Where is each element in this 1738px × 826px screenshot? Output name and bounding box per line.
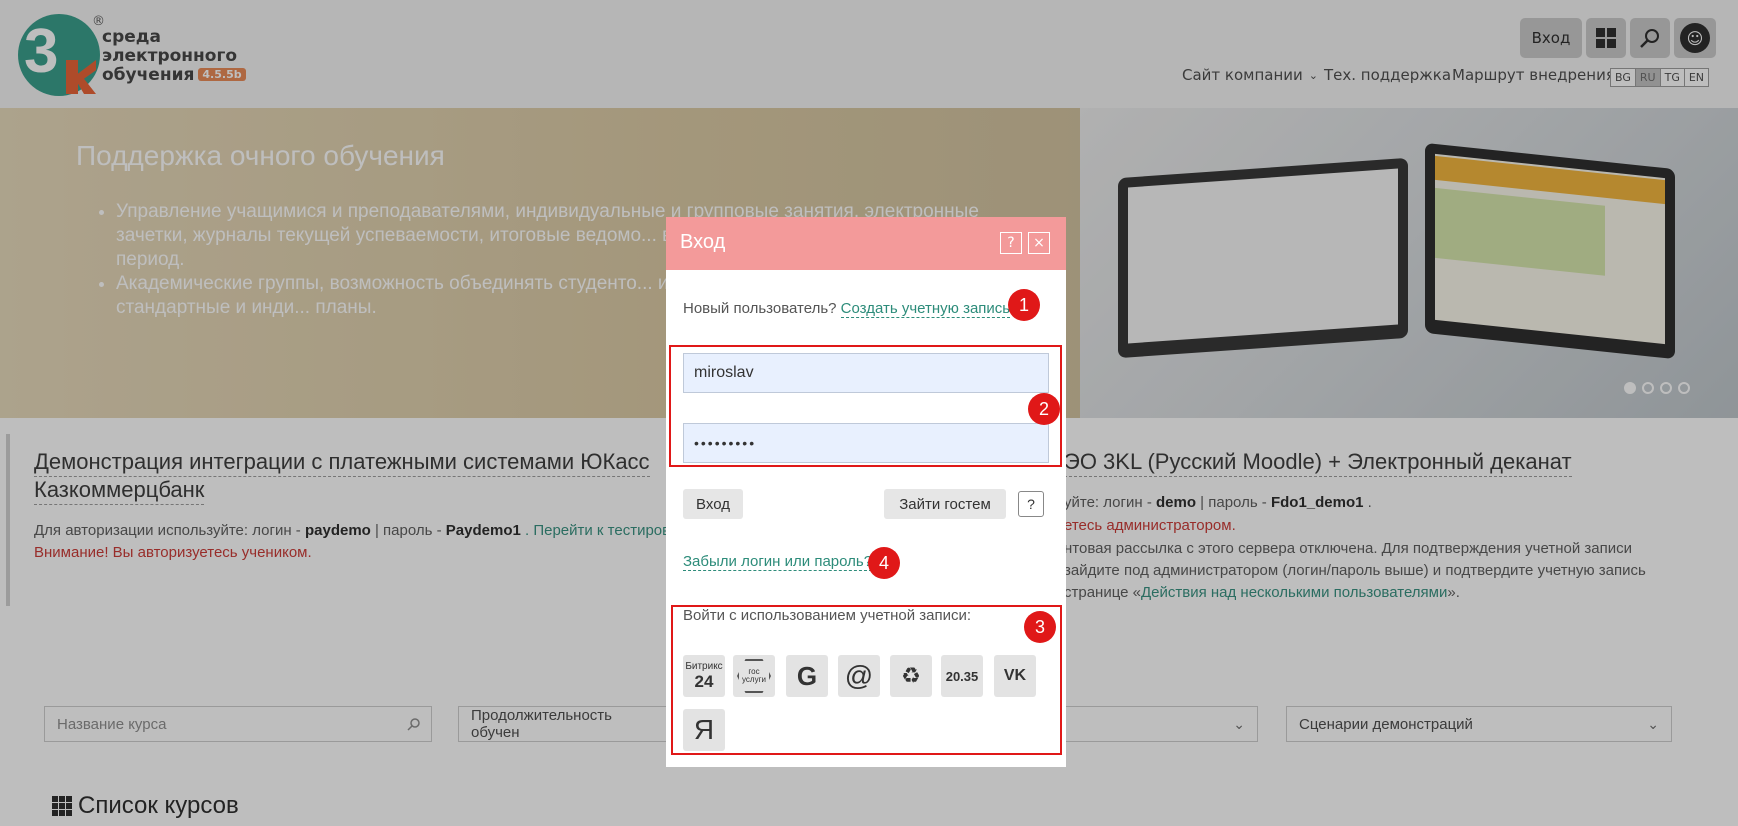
google-login-button[interactable]: G bbox=[786, 655, 828, 697]
create-account-link[interactable]: Создать учетную запись bbox=[840, 300, 1011, 318]
login-button[interactable]: Вход bbox=[683, 489, 743, 519]
gosuslugi-login-button[interactable]: гос услуги bbox=[733, 655, 775, 697]
help-button[interactable]: ? bbox=[1000, 232, 1022, 254]
close-button[interactable]: × bbox=[1028, 232, 1050, 254]
yandex-icon: Я bbox=[693, 714, 715, 745]
new-user-line: Новый пользователь? Создать учетную запи… bbox=[683, 300, 1011, 318]
u2035-login-button[interactable]: 20.35 bbox=[941, 655, 983, 697]
username-input[interactable]: miroslav bbox=[683, 353, 1049, 393]
yandex-login-button[interactable]: Я bbox=[683, 709, 725, 751]
annotation-badge-3: 3 bbox=[1024, 611, 1056, 643]
annotation-badge-1: 1 bbox=[1008, 289, 1040, 321]
guest-help-button[interactable]: ? bbox=[1018, 491, 1044, 517]
forgot-password-link[interactable]: Забыли логин или пароль? bbox=[683, 553, 873, 571]
bitrix-number: 24 bbox=[694, 672, 714, 691]
u2035-icon: 20.35 bbox=[945, 668, 979, 684]
modal-header: Вход ? × bbox=[666, 217, 1066, 270]
annotation-badge-2: 2 bbox=[1028, 393, 1060, 425]
mailru-login-button[interactable]: @ bbox=[838, 655, 880, 697]
gosuslugi-icon: гос услуги bbox=[737, 659, 771, 693]
new-user-label: Новый пользователь? bbox=[683, 300, 837, 317]
bitrix24-icon: Битрикс 24 bbox=[685, 661, 722, 691]
password-input[interactable]: ••••••••• bbox=[683, 423, 1049, 463]
at-sign-icon: @ bbox=[844, 660, 874, 691]
guest-login-button[interactable]: Зайти гостем bbox=[884, 489, 1006, 519]
annotation-badge-4: 4 bbox=[868, 547, 900, 579]
social-login-label: Войти с использованием учетной записи: bbox=[683, 607, 972, 624]
recycle-icon: ♻ bbox=[901, 663, 921, 688]
vk-icon: VK bbox=[1003, 667, 1027, 684]
vk-login-button[interactable]: VK bbox=[994, 655, 1036, 697]
login-modal: Вход ? × Новый пользователь? Создать уче… bbox=[666, 217, 1066, 767]
bitrix24-login-button[interactable]: Битрикс 24 bbox=[683, 655, 725, 697]
modal-title: Вход bbox=[680, 231, 726, 253]
recycle-login-button[interactable]: ♻ bbox=[890, 655, 932, 697]
google-icon: G bbox=[796, 660, 818, 691]
